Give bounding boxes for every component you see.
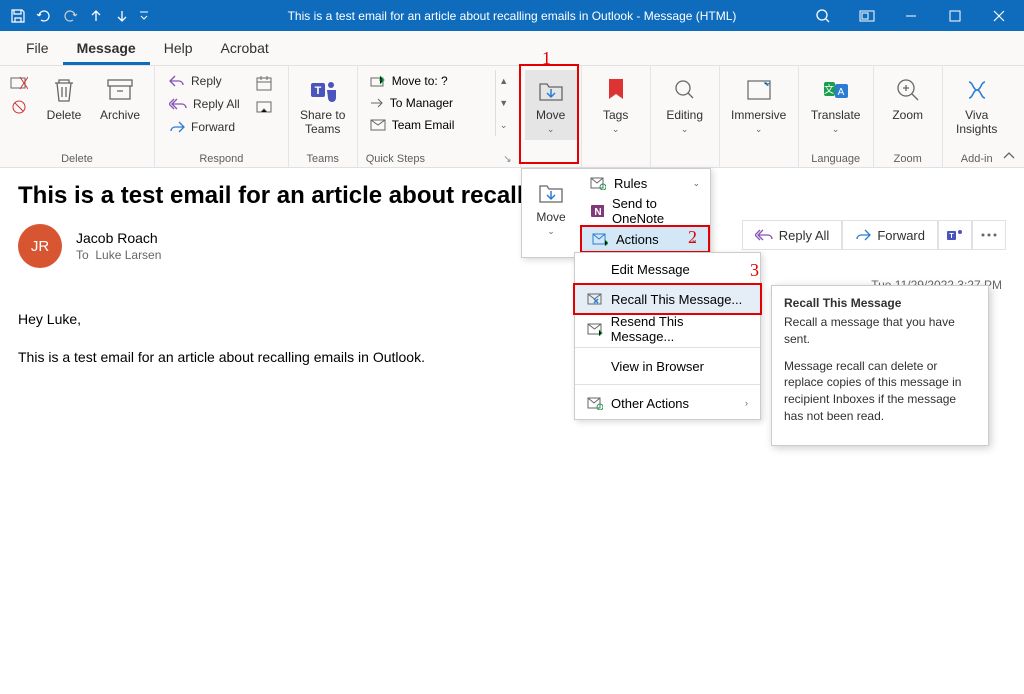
immersive-button[interactable]: Immersive ⌄ — [728, 70, 790, 140]
svg-text:T: T — [314, 85, 321, 97]
reply-button[interactable]: Reply — [163, 70, 246, 92]
share-teams-button[interactable]: T Share to Teams — [297, 70, 349, 140]
move-submenu-button[interactable]: Move ⌄ — [525, 172, 577, 242]
ribbon-tabs: File Message Help Acrobat — [0, 31, 1024, 66]
svg-text:A: A — [837, 87, 844, 98]
ribbon-mode-icon[interactable] — [846, 2, 888, 30]
qs-more-icon[interactable]: ⌄ — [496, 114, 512, 136]
viva-insights-button[interactable]: Viva Insights — [951, 70, 1003, 140]
avatar: JR — [18, 224, 62, 268]
resend-message-item[interactable]: Resend This Message... — [575, 313, 760, 345]
ribbon: Delete Archive Delete Reply Reply All Fo… — [0, 66, 1024, 168]
qs-launcher-icon[interactable]: ↘ — [503, 154, 511, 165]
reply-all-action[interactable]: Reply All — [742, 220, 843, 250]
meeting-icon[interactable] — [254, 72, 276, 94]
window-title: This is a test email for an article abou… — [288, 9, 737, 23]
undo-icon[interactable] — [32, 4, 56, 28]
move-dropdown-menu: Move ⌄ Rules⌄ NSend to OneNote Actions⌄ — [521, 168, 711, 258]
more-respond-icon[interactable] — [254, 96, 276, 118]
search-icon[interactable] — [802, 2, 844, 30]
forward-action[interactable]: Forward — [842, 220, 938, 250]
annotation-2: 2 — [688, 227, 697, 248]
svg-text:N: N — [594, 207, 601, 218]
down-icon[interactable] — [110, 4, 134, 28]
group-label-quicksteps: Quick Steps↘ — [366, 151, 512, 167]
qs-down-icon[interactable]: ▼ — [496, 92, 512, 114]
close-button[interactable] — [978, 2, 1020, 30]
forward-button[interactable]: Forward — [163, 116, 246, 138]
group-label-teams: Teams — [297, 151, 349, 167]
tab-acrobat[interactable]: Acrobat — [207, 32, 283, 65]
recall-tooltip: Recall This Message Recall a message tha… — [771, 285, 989, 446]
view-browser-item[interactable]: View in Browser — [575, 350, 760, 382]
qs-move-to[interactable]: Move to: ? — [366, 70, 491, 92]
send-onenote-menu-item[interactable]: NSend to OneNote — [580, 197, 710, 225]
archive-button[interactable]: Archive — [94, 70, 146, 126]
email-subject: This is a test email for an article abou… — [0, 168, 1024, 220]
group-label-addin: Add-in — [951, 151, 1003, 167]
group-label-respond: Respond — [163, 151, 280, 167]
delete-button[interactable]: Delete — [38, 70, 90, 126]
minimize-button[interactable] — [890, 2, 932, 30]
ignore-icon[interactable] — [8, 72, 30, 94]
group-label-delete: Delete — [8, 151, 146, 167]
qat-more-icon[interactable] — [136, 4, 152, 28]
tags-button[interactable]: Tags ⌄ — [590, 70, 642, 140]
actions-submenu: Edit Message Recall This Message... Rese… — [574, 252, 761, 420]
tab-file[interactable]: File — [12, 32, 63, 65]
tab-help[interactable]: Help — [150, 32, 207, 65]
svg-text:T: T — [949, 233, 954, 240]
collapse-ribbon-icon[interactable] — [1002, 151, 1016, 161]
junk-icon[interactable] — [8, 96, 30, 118]
zoom-button[interactable]: Zoom — [882, 70, 934, 126]
other-actions-item[interactable]: Other Actions› — [575, 387, 760, 419]
reply-all-button[interactable]: Reply All — [163, 93, 246, 115]
redo-icon[interactable] — [58, 4, 82, 28]
recall-message-item[interactable]: Recall This Message... — [573, 283, 762, 315]
group-label-zoom: Zoom — [882, 151, 934, 167]
save-icon[interactable] — [6, 4, 30, 28]
rules-menu-item[interactable]: Rules⌄ — [580, 169, 710, 197]
qs-up-icon[interactable]: ▲ — [496, 70, 512, 92]
annotation-3: 3 — [750, 260, 759, 281]
editing-button[interactable]: Editing ⌄ — [659, 70, 711, 140]
more-actions-icon[interactable] — [972, 220, 1006, 250]
teams-action-icon[interactable]: T — [938, 220, 972, 250]
annotation-1: 1 — [542, 48, 551, 69]
translate-button[interactable]: 文A Translate ⌄ — [807, 70, 865, 140]
up-icon[interactable] — [84, 4, 108, 28]
tab-message[interactable]: Message — [63, 32, 150, 65]
maximize-button[interactable] — [934, 2, 976, 30]
edit-message-item[interactable]: Edit Message — [575, 253, 760, 285]
qs-team-email[interactable]: Team Email — [366, 114, 491, 136]
svg-text:文: 文 — [824, 83, 834, 96]
qs-to-manager[interactable]: To Manager — [366, 92, 491, 114]
group-label-language: Language — [807, 151, 865, 167]
title-bar: This is a test email for an article abou… — [0, 0, 1024, 31]
